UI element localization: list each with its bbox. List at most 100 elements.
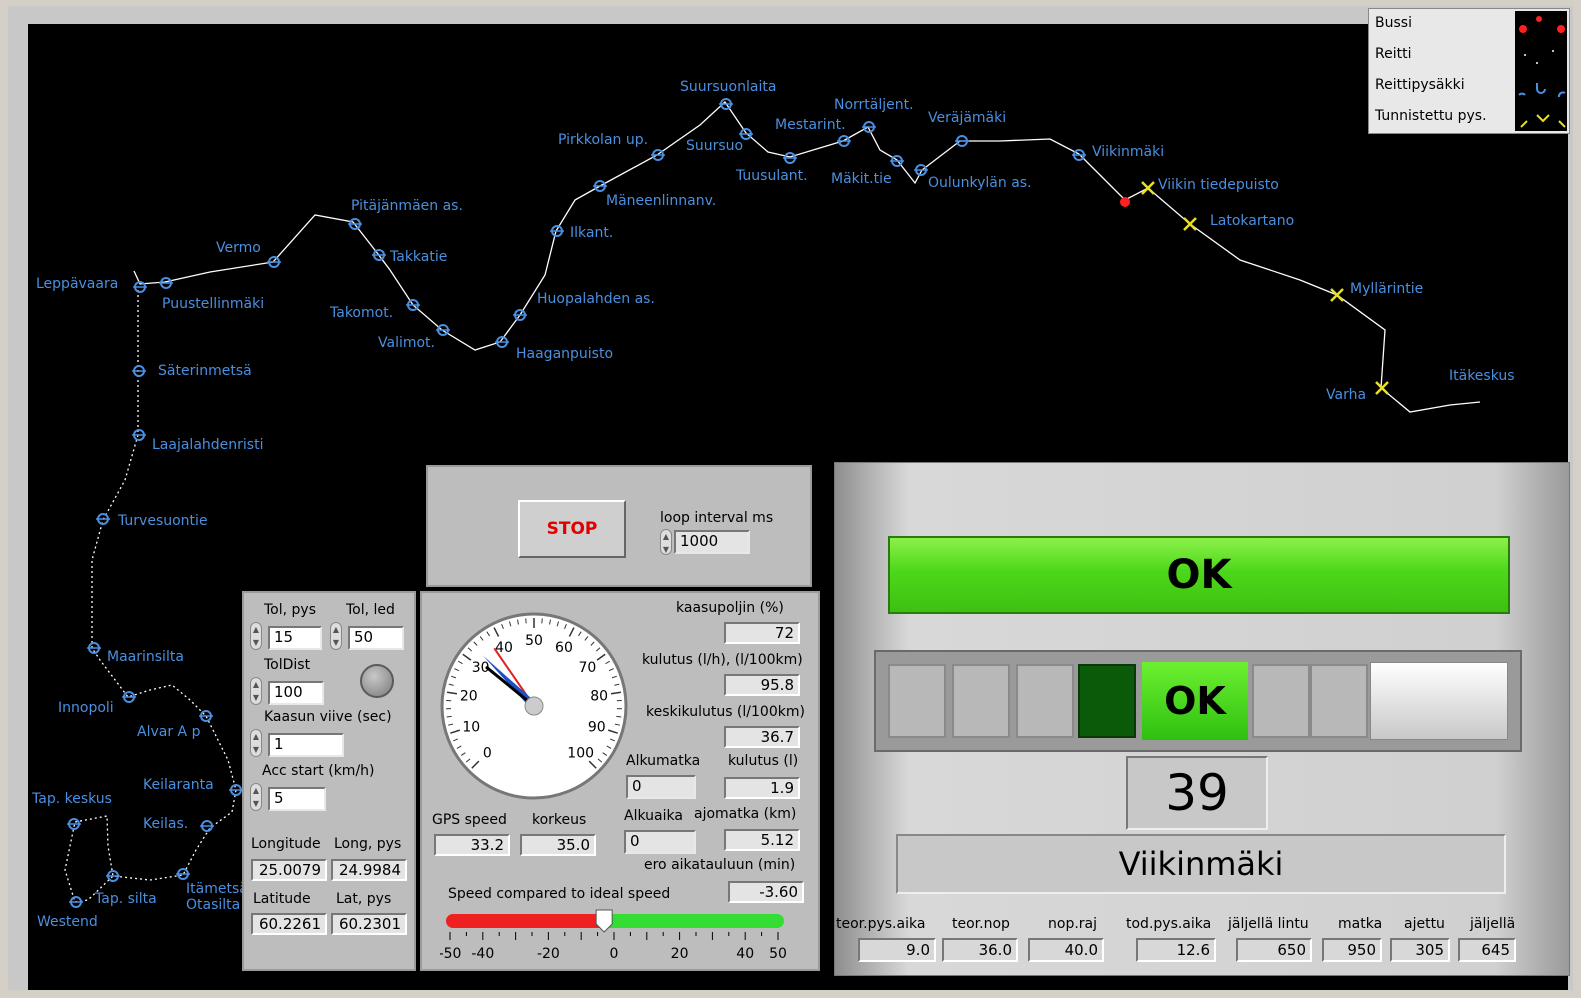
gauge-tick-label: 50 [525,633,543,649]
legend-identified-swatch [1520,114,1566,128]
stop-label: Laajalahdenristi [152,437,264,453]
gauge-tick-label: 10 [462,719,480,735]
legend-stop-swatch [1518,83,1566,98]
teor-nop-label: teor.nop [952,916,1010,932]
kaasupoljin-value: 72 [724,622,800,644]
stop-label: Viikin tiedepuisto [1158,177,1279,193]
deviation-led [952,664,1010,738]
teor-pys-aika-value: 9.0 [858,938,936,962]
korkeus-value: 35.0 [520,834,596,856]
latitude-label: Latitude [253,891,311,907]
deviation-led [888,664,946,738]
tod-pys-aika-value: 12.6 [1136,938,1216,962]
matka-value: 950 [1322,938,1382,962]
speed-bar-tick-label: 40 [736,946,754,962]
longitude-value: 25.0079 [251,859,327,881]
alkuaika-input[interactable]: 0 [624,830,696,854]
long-pys-value: 24.9984 [331,859,407,881]
stop-label: Takomot. [330,305,394,321]
speed-bar-tick-label: -40 [471,946,494,962]
kulutus-label: kulutus (l/h), (l/100km) [642,652,803,668]
stop-label: Takkatie [390,249,448,265]
acc-start-spinner[interactable]: ▲ ▼ [250,783,262,811]
stop-label: Valimot. [378,335,435,351]
gauge-hub [524,696,544,716]
stop-label: Suursuo [686,138,744,154]
stop-label: Varha [1326,387,1367,403]
ero-value: -3.60 [728,881,804,903]
kaasupoljin-label: kaasupoljin (%) [676,600,784,616]
lat-pys-label: Lat, pys [336,891,392,907]
kaasun-viive-spinner[interactable]: ▲ ▼ [250,729,262,757]
gauge-tick-label: 100 [567,746,594,762]
tol-pys-label: Tol, pys [264,602,316,618]
speed-bar-tick-label: 0 [610,946,619,962]
stop-label: Keilas. [143,816,189,832]
stop-label: Mestarint. [775,117,846,133]
stop-label: Itäkeskus [1449,368,1515,384]
stop-label: Tuusulant. [736,168,808,184]
lat-pys-value: 60.2301 [331,913,407,935]
speed-bar-tick-label: -50 [440,946,461,962]
keskikulutus-label: keskikulutus (l/100km) [646,704,805,720]
speed-bar-tick-label: 20 [671,946,689,962]
stop-label: Säterinmetsä [158,363,252,379]
korkeus-label: korkeus [532,812,587,828]
toldist-spinner[interactable]: ▲ ▼ [250,677,262,705]
status-led [360,664,394,698]
acc-start-input[interactable]: 5 [268,787,326,811]
stop-label: Latokartano [1210,213,1295,229]
stop-label: Westend [37,914,98,930]
tol-led-label: Tol, led [346,602,395,618]
map-legend: Bussi Reitti Reittipysäkki Tunnistettu p… [1368,8,1570,134]
alkumatka-input[interactable]: 0 [626,775,696,799]
tol-led-spinner[interactable]: ▲ ▼ [330,622,342,650]
gauge-tick [616,715,622,718]
gauge-tick-label: 0 [483,746,492,762]
tol-led-input[interactable]: 50 [348,626,404,650]
gauge-tick-label: 20 [460,689,478,705]
speed-compare-bar: -50 -40 -20 0 20 40 50 [440,909,787,962]
legend-swatches [1515,11,1567,131]
stop-label: Alvar A p [137,724,201,740]
tol-pys-spinner[interactable]: ▲ ▼ [250,622,262,650]
stop-label: Tap. keskus [32,791,112,807]
gauge-tick-label: 60 [555,640,573,656]
ajomatka-value: 5.12 [724,829,800,851]
alkumatka-label: Alkumatka [626,753,701,769]
main-status-indicator: OK [888,536,1510,614]
ajomatka-label: ajomatka (km) [694,806,797,822]
loop-interval-input[interactable]: 1000 [674,530,750,554]
gps-speed-label: GPS speed [432,812,507,828]
loop-interval-spinner[interactable]: ▲ ▼ [660,529,672,555]
jaljella-value: 645 [1458,938,1516,962]
deviation-led-active [1078,664,1136,738]
stop-label: Pirkkolan up. [558,132,649,148]
stop-count-display: 39 [1126,756,1268,830]
acc-start-label: Acc start (km/h) [262,763,375,779]
deviation-led-white [1370,662,1508,740]
gauge-tick-label: 90 [588,719,606,735]
long-pys-label: Long, pys [334,836,402,852]
deviation-led [1310,664,1368,738]
jaljella-lintu-label: jäljellä lintu [1228,916,1309,932]
stop-label: Huopalahden as. [537,291,655,307]
stop-label: Tap. silta [95,891,157,907]
toldist-input[interactable]: 100 [268,681,324,705]
stop-label: Haaganpuisto [516,346,614,362]
stop-button[interactable]: STOP [518,500,626,558]
deviation-led [1016,664,1074,738]
matka-label: matka [1338,916,1383,932]
tol-pys-input[interactable]: 15 [268,626,322,650]
stop-label: Puustellinmäki [162,296,265,312]
stop-label: Mäkit.tie [831,171,892,187]
stop-label: Mäneenlinnanv. [606,193,717,209]
stop-label: Veräjämäki [928,110,1007,126]
led-ok-indicator: OK [1142,662,1248,740]
kulutus-value: 95.8 [724,674,800,696]
gauge-tick [446,715,452,718]
kaasun-viive-input[interactable]: 1 [268,733,344,757]
stop-label: Viikinmäki [1092,144,1165,160]
keskikulutus-value: 36.7 [724,726,800,748]
stop-label: Oulunkylän as. [928,175,1032,191]
